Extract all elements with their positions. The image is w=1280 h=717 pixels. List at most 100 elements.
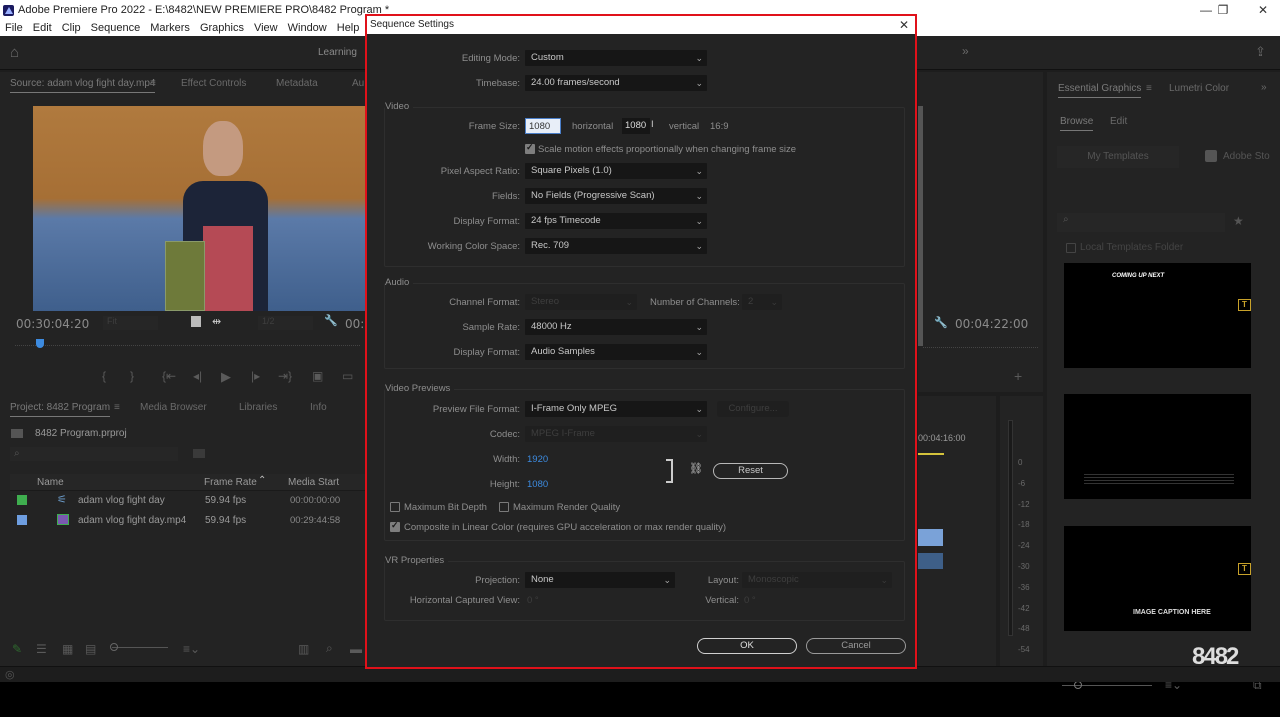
program-time-ruler[interactable] bbox=[923, 347, 1038, 348]
adobe-stock-tab[interactable]: Adobe Sto bbox=[1223, 151, 1270, 162]
sort-icon[interactable]: ≡⌄ bbox=[183, 642, 200, 656]
step-forward-icon[interactable]: |▸ bbox=[251, 369, 260, 383]
menu-sequence[interactable]: Sequence bbox=[91, 22, 141, 34]
my-templates-tab[interactable]: My Templates bbox=[1057, 146, 1179, 168]
eg-menu-icon[interactable]: ≡ bbox=[1146, 83, 1152, 94]
column-name[interactable]: Name bbox=[37, 477, 64, 488]
configure-button[interactable]: Configure... bbox=[717, 401, 789, 417]
mark-out-icon[interactable]: } bbox=[130, 369, 134, 383]
drag-audio-icon[interactable]: ⇹ bbox=[212, 315, 221, 328]
project-menu-icon[interactable]: ≡ bbox=[114, 402, 120, 413]
horizontal-view-value[interactable]: 0 ° bbox=[527, 595, 539, 606]
max-bit-depth-checkbox[interactable] bbox=[390, 502, 400, 512]
program-scrollbar[interactable] bbox=[918, 106, 923, 346]
overwrite-icon[interactable]: ▭ bbox=[342, 369, 353, 383]
sort-ascending-icon[interactable]: ⌃ bbox=[258, 475, 266, 486]
local-templates-checkbox[interactable] bbox=[1066, 243, 1076, 253]
max-render-quality-checkbox[interactable] bbox=[499, 502, 509, 512]
ok-button[interactable]: OK bbox=[697, 638, 797, 654]
tab-audio[interactable]: Au bbox=[352, 78, 364, 89]
program-timecode[interactable]: 00:04:22:00 bbox=[955, 317, 1028, 331]
add-button-icon[interactable]: + bbox=[1014, 368, 1022, 384]
frame-width-input[interactable]: 1080 bbox=[525, 118, 561, 134]
codec-dropdown[interactable]: MPEG I-Frame ⌄ bbox=[525, 426, 707, 442]
fit-dropdown[interactable]: Fit bbox=[103, 316, 158, 330]
scale-motion-checkbox[interactable] bbox=[525, 142, 535, 154]
go-to-in-icon[interactable]: {⇤ bbox=[162, 369, 176, 383]
preview-width-value[interactable]: 1920 bbox=[527, 454, 548, 465]
find-icon[interactable] bbox=[193, 449, 205, 458]
pixel-aspect-dropdown[interactable]: Square Pixels (1.0) ⌄ bbox=[525, 163, 707, 179]
dialog-close-button[interactable]: ✕ bbox=[899, 16, 909, 34]
reset-button[interactable]: Reset bbox=[713, 463, 788, 479]
work-area-bar[interactable] bbox=[918, 453, 944, 455]
num-channels-dropdown[interactable]: 2 ⌄ bbox=[742, 294, 782, 310]
tab-edit[interactable]: Edit bbox=[1110, 116, 1127, 127]
preview-format-dropdown[interactable]: I-Frame Only MPEG ⌄ bbox=[525, 401, 707, 417]
play-icon[interactable]: ▶ bbox=[221, 369, 231, 385]
find-icon[interactable]: ⌕ bbox=[326, 641, 333, 656]
window-close-button[interactable]: ✕ bbox=[1243, 0, 1280, 20]
new-bin-icon[interactable]: ▬ bbox=[350, 642, 362, 656]
project-search-input[interactable]: ⌕ bbox=[10, 447, 178, 461]
editing-mode-dropdown[interactable]: Custom ⌄ bbox=[525, 50, 707, 66]
insert-icon[interactable]: ▣ bbox=[312, 369, 323, 383]
column-media-start[interactable]: Media Start bbox=[288, 477, 339, 488]
tab-lumetri-color[interactable]: Lumetri Color bbox=[1169, 83, 1229, 94]
panels-more-icon[interactable]: » bbox=[1261, 82, 1267, 93]
video-clip[interactable] bbox=[918, 529, 943, 546]
source-menu-icon[interactable]: ≡ bbox=[150, 78, 156, 89]
step-back-icon[interactable]: ◂| bbox=[193, 369, 202, 383]
menu-file[interactable]: File bbox=[5, 22, 23, 34]
table-row[interactable]: ⚟ adam vlog fight day 59.94 fps 00:00:00… bbox=[10, 492, 365, 511]
menu-view[interactable]: View bbox=[254, 22, 278, 34]
thumbnail-size-handle[interactable] bbox=[1074, 681, 1082, 689]
vertical-view-value[interactable]: 0 ° bbox=[744, 595, 756, 606]
tab-libraries[interactable]: Libraries bbox=[239, 402, 277, 413]
zoom-slider[interactable] bbox=[112, 647, 168, 648]
menu-edit[interactable]: Edit bbox=[33, 22, 52, 34]
display-format-dropdown[interactable]: 24 fps Timecode ⌄ bbox=[525, 213, 707, 229]
icon-view-icon[interactable]: ▦ bbox=[62, 642, 73, 656]
tab-metadata[interactable]: Metadata bbox=[276, 78, 318, 89]
playhead[interactable] bbox=[36, 339, 44, 348]
tab-browse[interactable]: Browse bbox=[1060, 116, 1094, 131]
menu-clip[interactable]: Clip bbox=[62, 22, 81, 34]
favorites-star-icon[interactable]: ★ bbox=[1233, 214, 1244, 228]
automate-icon[interactable]: ▥ bbox=[298, 642, 309, 656]
audio-display-format-dropdown[interactable]: Audio Samples ⌄ bbox=[525, 344, 707, 360]
cancel-button[interactable]: Cancel bbox=[806, 638, 906, 654]
tab-info[interactable]: Info bbox=[310, 402, 327, 413]
channel-format-dropdown[interactable]: Stereo ⌄ bbox=[525, 294, 637, 310]
template-thumbnail[interactable]: COMING UP NEXT bbox=[1064, 263, 1251, 368]
template-thumbnail[interactable] bbox=[1064, 394, 1251, 499]
safe-margins-icon[interactable] bbox=[191, 316, 201, 327]
timebase-dropdown[interactable]: 24.00 frames/second ⌄ bbox=[525, 75, 707, 91]
tab-effect-controls[interactable]: Effect Controls bbox=[181, 78, 246, 89]
creative-cloud-icon[interactable]: ◎ bbox=[5, 668, 15, 681]
settings-wrench-icon[interactable]: 🔧 bbox=[934, 316, 948, 329]
workspaces-more-icon[interactable]: » bbox=[962, 44, 969, 58]
template-search-input[interactable]: ⌕ bbox=[1057, 213, 1225, 232]
tab-source[interactable]: Source: adam vlog fight day.mp4 bbox=[10, 78, 156, 93]
settings-wrench-icon[interactable]: 🔧 bbox=[324, 314, 338, 327]
frame-height-input[interactable]: 1080 bbox=[622, 118, 650, 134]
audio-clip[interactable] bbox=[918, 553, 943, 569]
column-frame-rate[interactable]: Frame Rate bbox=[204, 477, 257, 488]
home-icon[interactable]: ⌂ bbox=[10, 44, 19, 61]
list-view-icon[interactable]: ☰ bbox=[36, 642, 47, 656]
menu-markers[interactable]: Markers bbox=[150, 22, 190, 34]
label-color-swatch[interactable] bbox=[17, 495, 27, 505]
go-to-out-icon[interactable]: ⇥} bbox=[278, 369, 292, 383]
resolution-dropdown[interactable]: 1/2 bbox=[258, 316, 313, 330]
sample-rate-dropdown[interactable]: 48000 Hz ⌄ bbox=[525, 319, 707, 335]
menu-graphics[interactable]: Graphics bbox=[200, 22, 244, 34]
template-thumbnail[interactable]: IMAGE CAPTION HERE bbox=[1064, 526, 1251, 631]
maximize-button[interactable]: ❐ bbox=[1203, 0, 1243, 20]
linear-color-checkbox[interactable] bbox=[390, 520, 400, 532]
mark-in-icon[interactable]: { bbox=[102, 369, 106, 383]
write-protect-icon[interactable]: ✎ bbox=[12, 642, 22, 656]
label-color-swatch[interactable] bbox=[17, 515, 27, 525]
freeform-view-icon[interactable]: ▤ bbox=[85, 642, 96, 656]
tab-project[interactable]: Project: 8482 Program bbox=[10, 402, 111, 417]
